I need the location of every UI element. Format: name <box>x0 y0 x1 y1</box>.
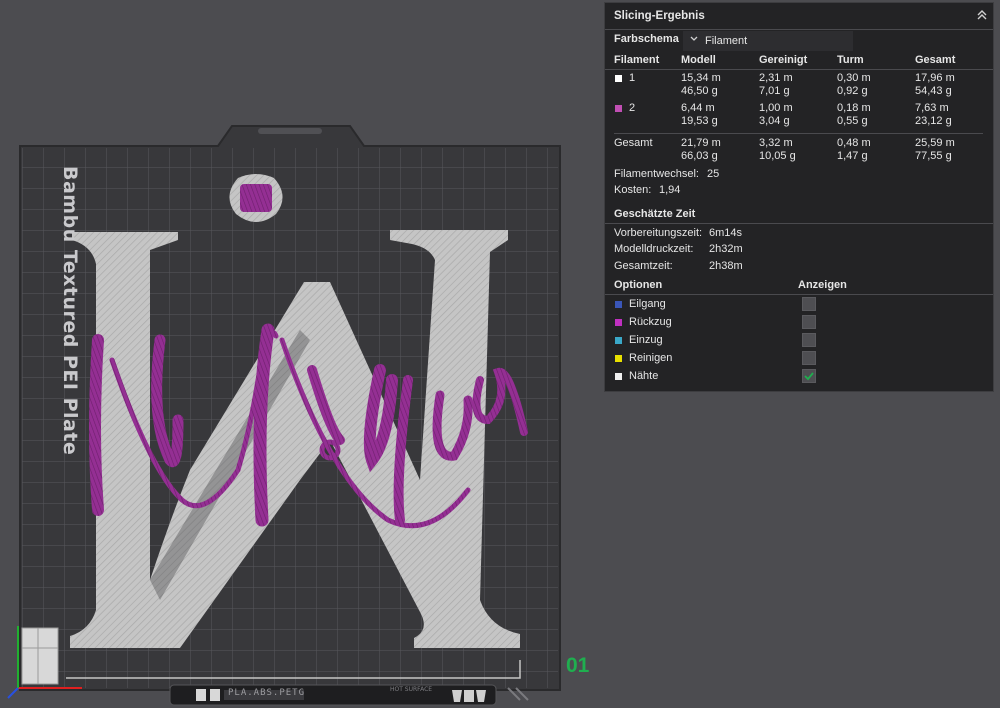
chevron-down-icon <box>690 36 698 41</box>
total-turm-m: 0,48 m <box>837 137 871 149</box>
total-modell-m: 21,79 m <box>681 137 721 149</box>
filament-2-gereinigt-g: 3,04 g <box>759 115 790 127</box>
reinigen-swatch <box>615 355 622 362</box>
filament-changes-label: Filamentwechsel: <box>614 168 699 180</box>
filament-1-gesamt-g: 54,43 g <box>915 85 952 97</box>
plate-number[interactable]: 01 <box>566 654 589 678</box>
prep-time-label: Vorbereitungszeit: <box>614 227 703 239</box>
option-eilgang-label: Eilgang <box>629 298 666 310</box>
prep-time-value: 6m14s <box>709 227 743 239</box>
prime-tower <box>229 174 283 222</box>
plate-name-label: Bambu Textured PEI Plate <box>59 166 81 456</box>
filament-1-gereinigt-m: 2,31 m <box>759 72 793 84</box>
options-label: Optionen <box>614 279 663 291</box>
filament-changes-value: 25 <box>707 168 720 180</box>
filament-1-id: 1 <box>629 72 636 84</box>
total-gereinigt-g: 10,05 g <box>759 150 796 162</box>
filament-1-modell-m: 15,34 m <box>681 72 721 84</box>
option-rueckzug-label: Rückzug <box>629 316 672 328</box>
filament-1-modell-g: 46,50 g <box>681 85 718 97</box>
option-einzug-checkbox[interactable] <box>802 333 816 347</box>
filament-2-modell-m: 6,44 m <box>681 102 715 114</box>
header-turm: Turm <box>837 54 864 66</box>
model-time-value: 2h32m <box>709 243 743 255</box>
filament-1-swatch <box>615 75 622 82</box>
total-gesamt-m: 25,59 m <box>915 137 955 149</box>
filament-2-gesamt-m: 7,63 m <box>915 102 949 114</box>
total-time-label: Gesamtzeit: <box>614 260 673 272</box>
slicing-result-panel: Slicing-Ergebnis Farbschema Filament Fil… <box>604 2 994 392</box>
header-modell: Modell <box>681 54 716 66</box>
collapse-icon[interactable] <box>975 8 989 22</box>
total-time-value: 2h38m <box>709 260 743 272</box>
cost-value: 1,94 <box>659 184 681 196</box>
panel-title: Slicing-Ergebnis <box>614 10 705 22</box>
option-naehte-checkbox[interactable] <box>802 369 816 383</box>
filament-compat-text: PLA.ABS.PETG <box>228 688 306 698</box>
plate-handle <box>258 128 322 134</box>
filament-2-turm-m: 0,18 m <box>837 102 871 114</box>
filament-1-turm-g: 0,92 g <box>837 85 868 97</box>
option-eilgang-checkbox[interactable] <box>802 297 816 311</box>
filament-2-gesamt-g: 23,12 g <box>915 115 952 127</box>
color-scheme-select[interactable]: Filament <box>683 31 853 51</box>
total-modell-g: 66,03 g <box>681 150 718 162</box>
check-icon <box>804 372 814 381</box>
filament-2-modell-g: 19,53 g <box>681 115 718 127</box>
einzug-swatch <box>615 337 622 344</box>
cost-label: Kosten: <box>614 184 652 196</box>
naehte-swatch <box>615 373 622 380</box>
header-filament: Filament <box>614 54 660 66</box>
option-reinigen-label: Reinigen <box>629 352 673 364</box>
option-rueckzug-checkbox[interactable] <box>802 315 816 329</box>
total-gereinigt-m: 3,32 m <box>759 137 793 149</box>
filament-2-id: 2 <box>629 102 636 114</box>
option-einzug-label: Einzug <box>629 334 663 346</box>
filament-1-turm-m: 0,30 m <box>837 72 871 84</box>
time-section-title: Geschätzte Zeit <box>614 208 696 220</box>
option-reinigen-checkbox[interactable] <box>802 351 816 365</box>
hot-surface-text: HOT SURFACE <box>390 686 433 693</box>
model-time-label: Modelldruckzeit: <box>614 243 694 255</box>
eilgang-swatch <box>615 301 622 308</box>
filament-2-swatch <box>615 105 622 112</box>
filament-2-turm-g: 0,55 g <box>837 115 868 127</box>
rueckzug-swatch <box>615 319 622 326</box>
total-turm-g: 1,47 g <box>837 150 868 162</box>
filament-1-gereinigt-g: 7,01 g <box>759 85 790 97</box>
total-label: Gesamt <box>614 137 653 149</box>
header-gesamt: Gesamt <box>915 54 956 66</box>
show-label: Anzeigen <box>798 279 847 291</box>
header-gereinigt: Gereinigt <box>759 54 808 66</box>
filament-2-gereinigt-m: 1,00 m <box>759 102 793 114</box>
color-scheme-label: Farbschema <box>614 33 679 45</box>
filament-1-gesamt-m: 17,96 m <box>915 72 955 84</box>
color-scheme-value: Filament <box>705 35 748 47</box>
total-gesamt-g: 77,55 g <box>915 150 952 162</box>
option-naehte-label: Nähte <box>629 370 659 382</box>
